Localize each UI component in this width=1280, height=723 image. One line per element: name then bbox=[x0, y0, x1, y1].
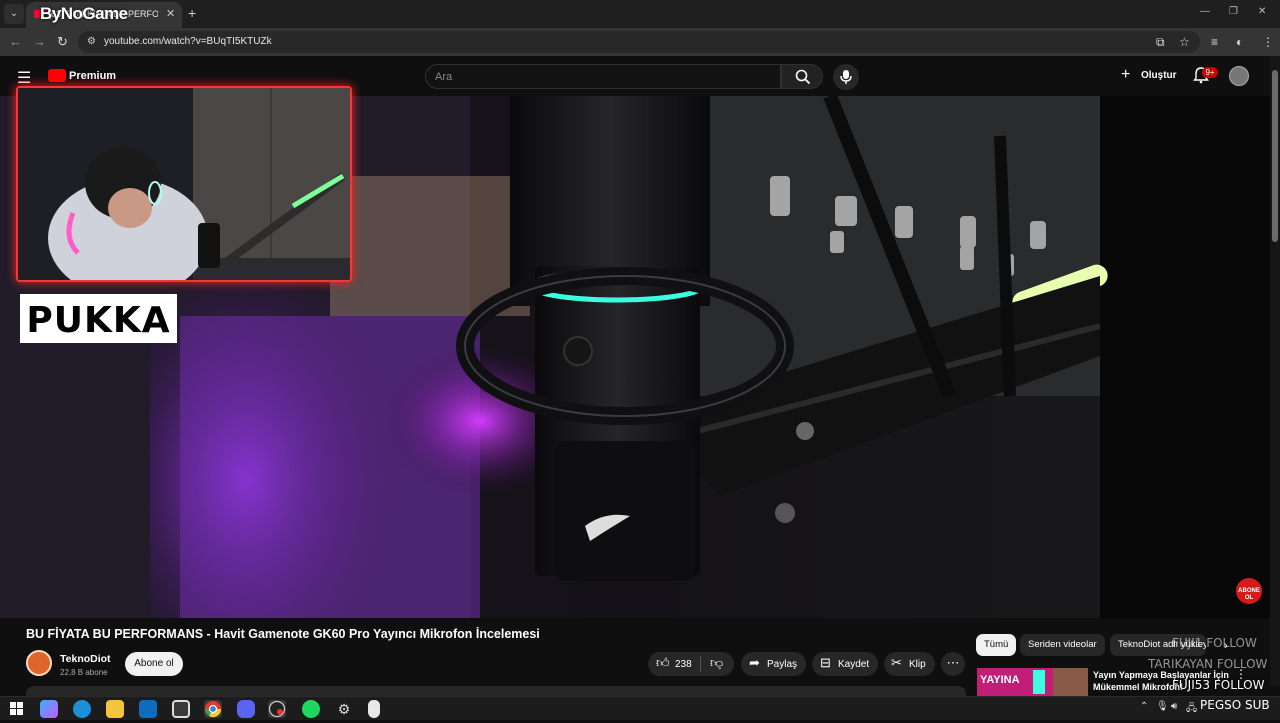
dislike-icon[interactable]: 👎︎ bbox=[710, 655, 723, 671]
windows-logo-icon bbox=[10, 702, 23, 715]
search-button[interactable] bbox=[781, 64, 823, 89]
share-icon: ➦ bbox=[749, 655, 760, 670]
back-icon[interactable]: ← bbox=[9, 34, 22, 49]
file-explorer-icon[interactable] bbox=[106, 700, 124, 718]
save-button[interactable]: ⊟ Kaydet bbox=[812, 652, 878, 676]
create-label: Oluştur bbox=[1141, 70, 1177, 81]
follow-alert-2: TARIKAYAN FOLLOW bbox=[1148, 657, 1268, 671]
tab-search-button[interactable]: ⌄ bbox=[4, 4, 24, 24]
chrome-logo-icon bbox=[204, 701, 222, 718]
webcam-overlay bbox=[16, 86, 352, 282]
browser-menu-icon[interactable]: ⋮ bbox=[1262, 35, 1274, 49]
obs-logo-icon bbox=[268, 700, 286, 718]
tray-volume-icon[interactable]: 🔊︎ bbox=[1171, 701, 1177, 712]
url-text: youtube.com/watch?v=BUqTI5KTUZk bbox=[104, 36, 272, 47]
new-tab-icon[interactable]: + bbox=[188, 5, 196, 21]
spotify-icon[interactable] bbox=[302, 700, 320, 718]
youtube-logo-icon[interactable] bbox=[48, 69, 66, 82]
thumbnail-face-graphic bbox=[1053, 668, 1088, 696]
store-icon[interactable] bbox=[172, 700, 190, 718]
tray-overflow-icon[interactable]: ⌃ bbox=[1140, 701, 1148, 712]
plus-icon: + bbox=[1121, 66, 1131, 83]
cast-icon[interactable]: ⧉ bbox=[1156, 35, 1165, 50]
copilot-icon[interactable] bbox=[40, 700, 58, 718]
channel-name[interactable]: TeknoDiot bbox=[60, 653, 111, 665]
search-placeholder: Ara bbox=[435, 71, 453, 83]
restore-icon[interactable]: ❐ bbox=[1229, 6, 1238, 17]
clip-button[interactable]: ✂ Klip bbox=[884, 652, 935, 676]
address-bar[interactable]: ⚙ youtube.com/watch?v=BUqTI5KTUZk ⧉ ☆ bbox=[78, 31, 1200, 53]
scissors-icon: ✂ bbox=[891, 655, 902, 670]
windows-start-icon[interactable] bbox=[10, 702, 23, 720]
chip-series[interactable]: Seriden videolar bbox=[1020, 634, 1105, 656]
sponsor-logo: PUKKA bbox=[20, 294, 177, 343]
share-label: Paylaş bbox=[767, 659, 798, 670]
tray-mic-icon[interactable]: 🎙︎ bbox=[1156, 701, 1169, 712]
channel-avatar[interactable] bbox=[26, 650, 52, 676]
outlook-icon[interactable] bbox=[139, 700, 157, 718]
mouse-app-icon[interactable] bbox=[368, 700, 380, 718]
description-box[interactable] bbox=[26, 686, 966, 696]
site-info-icon[interactable]: ⚙ bbox=[87, 36, 99, 48]
thumbnail-mic-graphic bbox=[1033, 670, 1045, 694]
notification-count-badge: 9+ bbox=[1202, 67, 1218, 78]
search-icon bbox=[795, 69, 811, 85]
recommended-thumbnail-text: YAYINA bbox=[980, 674, 1020, 686]
tray-network-icon[interactable]: 🖧 bbox=[1186, 701, 1197, 718]
save-label: Kaydet bbox=[838, 659, 870, 670]
microphone-icon bbox=[840, 70, 852, 84]
profile-icon[interactable]: ◐ bbox=[1236, 35, 1243, 49]
follow-alert-1: FUJI1 FOLLOW bbox=[1172, 636, 1257, 650]
menu-hamburger-icon[interactable]: ☰ bbox=[17, 68, 31, 88]
like-divider bbox=[700, 656, 701, 672]
search-input[interactable]: Ara bbox=[425, 64, 781, 89]
save-icon: ⊟ bbox=[820, 655, 831, 670]
discord-icon[interactable] bbox=[237, 700, 255, 718]
like-count[interactable]: 238 bbox=[675, 659, 692, 670]
reload-icon[interactable]: ↻ bbox=[57, 34, 68, 50]
share-button[interactable]: ➦ Paylaş bbox=[741, 652, 806, 676]
windows-taskbar: ⚙ ⌃ 🎙︎ 🔊︎ 🖧 PEGSO SUB bbox=[0, 696, 1280, 720]
subscribe-badge-text: ABONE OL bbox=[1238, 588, 1260, 601]
like-icon[interactable]: 👍︎ bbox=[656, 655, 670, 671]
video-title: BU FİYATA BU PERFORMANS - Havit Gamenote… bbox=[26, 627, 540, 641]
page-scrollbar[interactable] bbox=[1270, 56, 1280, 686]
forward-icon[interactable]: → bbox=[33, 34, 46, 49]
more-actions-icon[interactable]: ⋯ bbox=[941, 652, 965, 676]
subscriber-count: 22,8 B abone bbox=[60, 668, 108, 677]
recommended-video-thumbnail[interactable]: YAYINA bbox=[977, 668, 1088, 696]
obs-icon[interactable] bbox=[268, 700, 286, 718]
window-close-icon[interactable]: ✕ bbox=[1258, 6, 1266, 17]
sponsor-logo-text: PUKKA bbox=[26, 300, 171, 341]
tab-close-icon[interactable]: ✕ bbox=[166, 7, 175, 20]
voice-search-button[interactable] bbox=[833, 64, 859, 90]
stream-sub-alert: PEGSO SUB bbox=[1200, 698, 1270, 712]
browser-tab-strip: ⌄ (63) BU FİYATA BU PERFORMANS ✕ + — ❐ ✕ bbox=[0, 0, 1280, 28]
media-control-icon[interactable]: ≡ bbox=[1211, 35, 1218, 49]
subscribe-button[interactable]: Abone ol bbox=[125, 652, 183, 676]
youtube-premium-label: Premium bbox=[69, 70, 117, 82]
user-avatar[interactable] bbox=[1229, 66, 1249, 86]
create-button[interactable]: + Oluştur bbox=[1117, 65, 1179, 87]
settings-icon[interactable]: ⚙ bbox=[335, 700, 353, 718]
chip-all[interactable]: Tümü bbox=[976, 634, 1017, 656]
browser-toolbar: ← → ↻ ⚙ youtube.com/watch?v=BUqTI5KTUZk … bbox=[0, 28, 1280, 56]
like-dislike-group: 👍︎ 238 👎︎ bbox=[648, 652, 734, 676]
follow-alert-3: FUJI53 FOLLOW bbox=[1172, 678, 1265, 692]
clip-label: Klip bbox=[909, 659, 926, 670]
webcam-feed bbox=[18, 88, 350, 280]
chrome-icon[interactable] bbox=[204, 700, 222, 718]
stream-brand-logo: ByNoGame bbox=[40, 4, 128, 23]
minimize-icon[interactable]: — bbox=[1200, 6, 1210, 17]
scrollbar-thumb[interactable] bbox=[1272, 70, 1278, 242]
edge-icon[interactable] bbox=[73, 700, 91, 718]
bookmark-star-icon[interactable]: ☆ bbox=[1179, 35, 1190, 49]
